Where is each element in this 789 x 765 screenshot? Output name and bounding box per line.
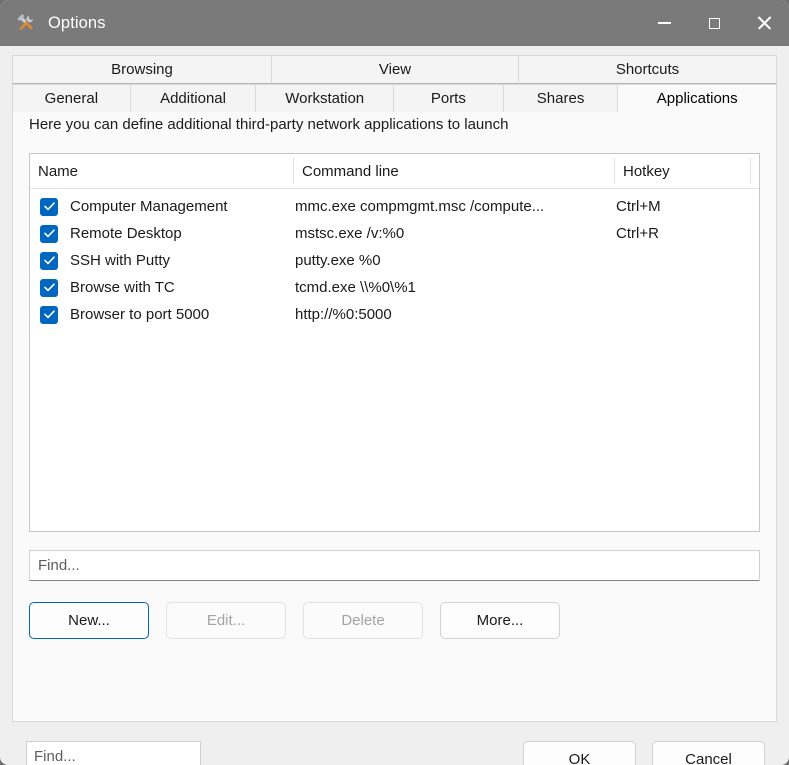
client-area: Browsing View Shortcuts General Addition… xyxy=(8,46,781,757)
table-row[interactable]: Browse with TC tcmd.exe \\%0\%1 xyxy=(30,274,759,301)
window-controls xyxy=(639,0,789,46)
title-bar: Options xyxy=(0,0,789,46)
button-label: OK xyxy=(569,751,591,765)
bottom-find-input[interactable]: Find... xyxy=(26,741,201,765)
row-name: Browse with TC xyxy=(70,279,175,296)
row-name: Remote Desktop xyxy=(70,225,182,242)
row-hotkey: Ctrl+R xyxy=(616,225,659,242)
button-label: Delete xyxy=(341,612,384,629)
tab-shortcuts[interactable]: Shortcuts xyxy=(518,55,777,84)
find-placeholder: Find... xyxy=(38,557,80,574)
column-divider[interactable] xyxy=(750,158,751,184)
close-icon xyxy=(757,16,771,30)
more-button[interactable]: More... xyxy=(440,602,560,639)
button-label: Edit... xyxy=(207,612,245,629)
row-command: putty.exe %0 xyxy=(295,252,381,269)
tab-workstation[interactable]: Workstation xyxy=(255,84,394,113)
button-label: New... xyxy=(68,612,110,629)
row-checkbox[interactable] xyxy=(40,252,58,270)
row-command: mstsc.exe /v:%0 xyxy=(295,225,404,242)
tab-ports[interactable]: Ports xyxy=(393,84,504,113)
minimize-icon xyxy=(658,22,671,24)
row-checkbox[interactable] xyxy=(40,306,58,324)
row-command: mmc.exe compmgmt.msc /compute... xyxy=(295,198,544,215)
row-hotkey: Ctrl+M xyxy=(616,198,661,215)
tab-strip: Browsing View Shortcuts General Addition… xyxy=(12,55,777,113)
find-placeholder: Find... xyxy=(34,748,76,765)
action-buttons: New... Edit... Delete More... xyxy=(29,602,560,639)
tab-row-bottom: General Additional Workstation Ports Sha… xyxy=(12,84,777,113)
maximize-icon xyxy=(709,18,720,29)
tab-label: Shortcuts xyxy=(616,61,679,78)
tab-label: General xyxy=(45,90,98,107)
row-checkbox[interactable] xyxy=(40,225,58,243)
tab-general[interactable]: General xyxy=(12,84,131,113)
cancel-button[interactable]: Cancel xyxy=(652,741,765,765)
row-name: Computer Management xyxy=(70,198,228,215)
tab-row-top: Browsing View Shortcuts xyxy=(12,55,777,84)
ok-button[interactable]: OK xyxy=(523,741,636,765)
options-window: Options Browsing View xyxy=(0,0,789,765)
panel-hint: Here you can define additional third-par… xyxy=(29,116,508,133)
tab-additional[interactable]: Additional xyxy=(130,84,257,113)
list-rows: Computer Management mmc.exe compmgmt.msc… xyxy=(30,189,759,328)
tab-label: Workstation xyxy=(285,90,364,107)
maximize-button[interactable] xyxy=(689,0,739,46)
window-title: Options xyxy=(48,14,106,33)
tab-shares[interactable]: Shares xyxy=(503,84,619,113)
table-row[interactable]: SSH with Putty putty.exe %0 xyxy=(30,247,759,274)
delete-button[interactable]: Delete xyxy=(303,602,423,639)
applications-list[interactable]: Name Command line Hotkey Computer Manag xyxy=(29,153,760,532)
table-row[interactable]: Computer Management mmc.exe compmgmt.msc… xyxy=(30,193,759,220)
row-name: Browser to port 5000 xyxy=(70,306,209,323)
row-command: http://%0:5000 xyxy=(295,306,392,323)
row-checkbox[interactable] xyxy=(40,279,58,297)
row-checkbox[interactable] xyxy=(40,198,58,216)
tools-icon xyxy=(16,13,36,33)
find-input[interactable]: Find... xyxy=(29,550,760,581)
tab-label: Applications xyxy=(657,90,738,107)
tab-browsing[interactable]: Browsing xyxy=(12,55,272,84)
close-button[interactable] xyxy=(739,0,789,46)
edit-button[interactable]: Edit... xyxy=(166,602,286,639)
bottom-bar: Find... OK Cancel xyxy=(8,722,781,757)
tab-view[interactable]: View xyxy=(271,55,519,84)
minimize-button[interactable] xyxy=(639,0,689,46)
table-row[interactable]: Remote Desktop mstsc.exe /v:%0 Ctrl+R xyxy=(30,220,759,247)
tab-label: Additional xyxy=(160,90,226,107)
list-header: Name Command line Hotkey xyxy=(30,154,759,189)
column-header-hotkey[interactable]: Hotkey xyxy=(615,154,750,188)
button-label: More... xyxy=(477,612,524,629)
table-row[interactable]: Browser to port 5000 http://%0:5000 xyxy=(30,301,759,328)
column-header-command[interactable]: Command line xyxy=(294,154,614,188)
tab-label: Ports xyxy=(431,90,466,107)
row-command: tcmd.exe \\%0\%1 xyxy=(295,279,416,296)
tab-label: Browsing xyxy=(111,61,173,78)
tab-label: Shares xyxy=(537,90,585,107)
tab-label: View xyxy=(379,61,411,78)
column-header-name[interactable]: Name xyxy=(30,154,293,188)
tab-applications[interactable]: Applications xyxy=(617,84,777,113)
new-button[interactable]: New... xyxy=(29,602,149,639)
row-name: SSH with Putty xyxy=(70,252,170,269)
dialog-buttons: OK Cancel xyxy=(523,741,765,765)
button-label: Cancel xyxy=(685,751,732,765)
